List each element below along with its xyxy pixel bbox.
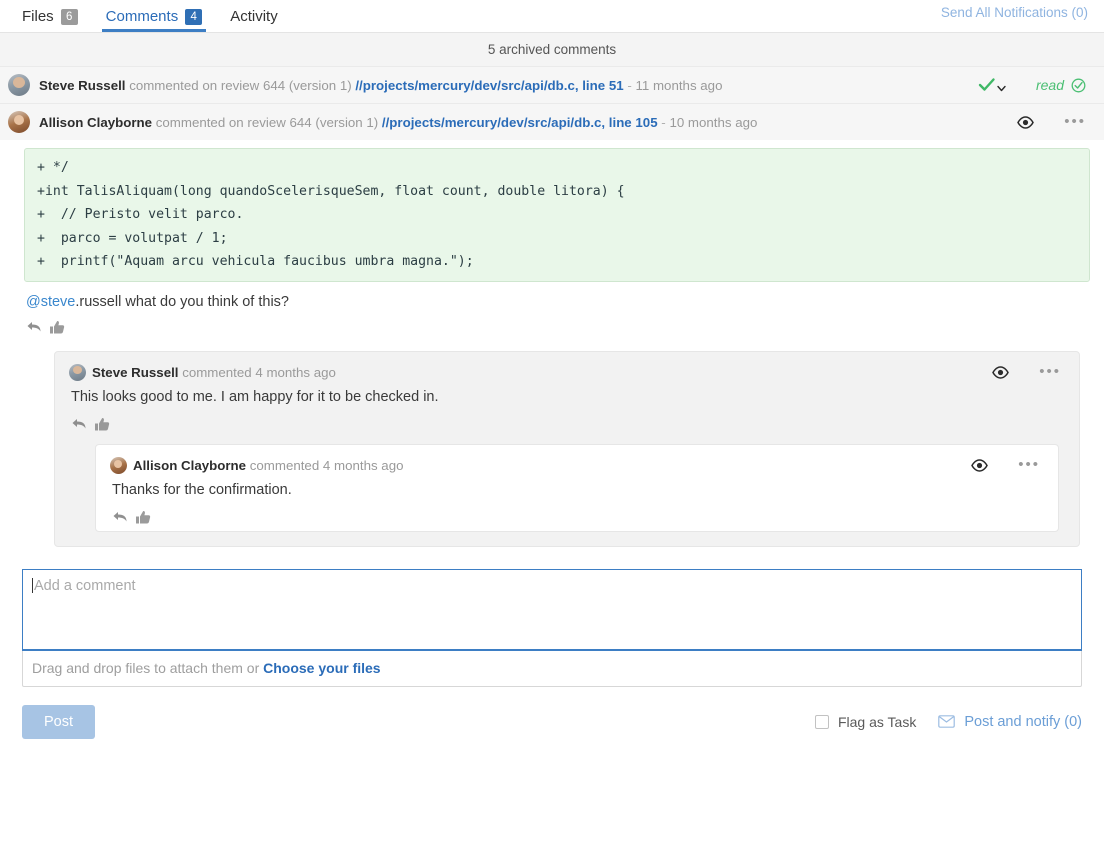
- comment-action: commented on review 644 (version 1): [156, 115, 378, 130]
- text-cursor: [32, 578, 33, 593]
- tab-files[interactable]: Files 6: [8, 8, 92, 32]
- mention-link[interactable]: @steve: [26, 294, 75, 310]
- comment-author: Steve Russell: [39, 78, 125, 93]
- chevron-down-icon: [997, 84, 1006, 93]
- eye-icon[interactable]: [1017, 116, 1034, 129]
- choose-files-link[interactable]: Choose your files: [263, 660, 380, 676]
- tab-files-label: Files: [22, 8, 54, 25]
- thumbs-up-icon[interactable]: [135, 510, 151, 525]
- tab-activity[interactable]: Activity: [216, 8, 292, 32]
- comment-row-allison-clayborne: Allison Clayborne commented on review 64…: [0, 103, 1104, 140]
- tab-comments[interactable]: Comments 4: [92, 8, 217, 32]
- comment-separator: -: [661, 115, 665, 130]
- comment-row-actions: read: [978, 77, 1090, 93]
- comment-separator: -: [627, 78, 631, 93]
- comment-time: 10 months ago: [669, 115, 757, 130]
- reply-body: This looks good to me. I am happy for it…: [55, 381, 1079, 438]
- reply-meta: Steve Russell commented 4 months ago: [92, 365, 336, 380]
- comment-placeholder: Add a comment: [34, 578, 136, 594]
- tab-bar: Files 6 Comments 4 Activity Send All Not…: [0, 0, 1104, 32]
- reply-icon[interactable]: [26, 320, 42, 334]
- more-options-icon[interactable]: •••: [1039, 367, 1061, 377]
- more-options-icon[interactable]: •••: [1064, 117, 1086, 127]
- comment-time: 11 months ago: [635, 78, 722, 93]
- dropzone-text: Drag and drop files to attach them or: [32, 660, 259, 676]
- reply-icon[interactable]: [112, 510, 128, 524]
- composer-footer: Post Flag as Task Post and notify (0): [22, 705, 1082, 739]
- thumbs-up-icon[interactable]: [49, 320, 65, 335]
- comment-actions: [26, 320, 1090, 335]
- reply-text: This looks good to me. I am happy for it…: [71, 389, 1065, 405]
- read-status-label: read: [1036, 77, 1064, 93]
- check-circle-icon: [1071, 78, 1086, 93]
- avatar: [69, 364, 86, 381]
- reply-text: Thanks for the confirmation.: [112, 482, 1044, 498]
- reply-meta: Allison Clayborne commented 4 months ago: [133, 458, 404, 473]
- eye-icon[interactable]: [971, 459, 988, 472]
- reply-action: commented 4 months ago: [250, 458, 404, 473]
- reply-author: Steve Russell: [92, 365, 178, 380]
- read-status-badge[interactable]: read: [1036, 77, 1086, 93]
- comment-author: Allison Clayborne: [39, 115, 152, 130]
- reply-header: Allison Clayborne commented 4 months ago…: [96, 445, 1058, 474]
- post-and-notify-button[interactable]: Post and notify (0): [938, 714, 1082, 730]
- reply-actions: [71, 417, 1065, 432]
- avatar: [8, 74, 30, 96]
- archived-comments-banner[interactable]: 5 archived comments: [0, 32, 1104, 66]
- avatar: [110, 457, 127, 474]
- reply-row-actions: •••: [992, 366, 1065, 379]
- comment-meta: Allison Clayborne commented on review 64…: [39, 115, 757, 130]
- review-comments-page: Files 6 Comments 4 Activity Send All Not…: [0, 0, 1104, 846]
- reply-row-actions: •••: [971, 459, 1044, 472]
- reply-action: commented 4 months ago: [182, 365, 336, 380]
- comment-row-steve-russell: Steve Russell commented on review 644 (v…: [0, 66, 1104, 103]
- mark-read-checkmark-button[interactable]: [978, 77, 1006, 93]
- tab-activity-label: Activity: [230, 8, 278, 25]
- code-diff-block: + */ +int TalisAliquam(long quandoSceler…: [24, 148, 1090, 282]
- reply-icon[interactable]: [71, 417, 87, 431]
- flag-as-task-control[interactable]: Flag as Task: [815, 714, 916, 730]
- tab-files-count: 6: [61, 9, 78, 25]
- comment-composer: Add a comment Drag and drop files to att…: [22, 569, 1082, 687]
- comment-file-location[interactable]: //projects/mercury/dev/src/api/db.c, lin…: [355, 78, 623, 93]
- comment-file-location[interactable]: //projects/mercury/dev/src/api/db.c, lin…: [382, 115, 658, 130]
- comment-textarea[interactable]: Add a comment: [22, 569, 1082, 651]
- avatar: [8, 111, 30, 133]
- post-and-notify-label: Post and notify (0): [964, 714, 1082, 730]
- send-all-notifications-link[interactable]: Send All Notifications (0): [941, 5, 1088, 20]
- file-dropzone[interactable]: Drag and drop files to attach them or Ch…: [23, 651, 1081, 686]
- comment-text-rest: .russell what do you think of this?: [75, 294, 289, 310]
- reply-header: Steve Russell commented 4 months ago •••: [55, 352, 1079, 381]
- reply-allison-clayborne: Allison Clayborne commented 4 months ago…: [95, 444, 1059, 532]
- composer-footer-right: Flag as Task Post and notify (0): [815, 714, 1082, 730]
- tab-comments-label: Comments: [106, 8, 179, 25]
- thumbs-up-icon[interactable]: [94, 417, 110, 432]
- eye-icon[interactable]: [992, 366, 1009, 379]
- envelope-icon: [938, 715, 955, 728]
- comment-body-allison: + */ +int TalisAliquam(long quandoSceler…: [0, 140, 1104, 345]
- flag-as-task-checkbox[interactable]: [815, 715, 829, 729]
- comment-row-actions: •••: [1017, 116, 1090, 129]
- reply-steve-russell: Steve Russell commented 4 months ago •••…: [54, 351, 1080, 547]
- comment-meta: Steve Russell commented on review 644 (v…: [39, 78, 722, 93]
- reply-actions: [112, 510, 1044, 525]
- reply-body: Thanks for the confirmation.: [96, 474, 1058, 531]
- flag-as-task-label: Flag as Task: [838, 714, 916, 730]
- reply-author: Allison Clayborne: [133, 458, 246, 473]
- tab-comments-count: 4: [185, 9, 202, 25]
- comment-text: @steve.russell what do you think of this…: [26, 294, 1090, 310]
- post-button[interactable]: Post: [22, 705, 95, 739]
- comment-action: commented on review 644 (version 1): [129, 78, 351, 93]
- more-options-icon[interactable]: •••: [1018, 460, 1040, 470]
- check-icon: [978, 77, 996, 93]
